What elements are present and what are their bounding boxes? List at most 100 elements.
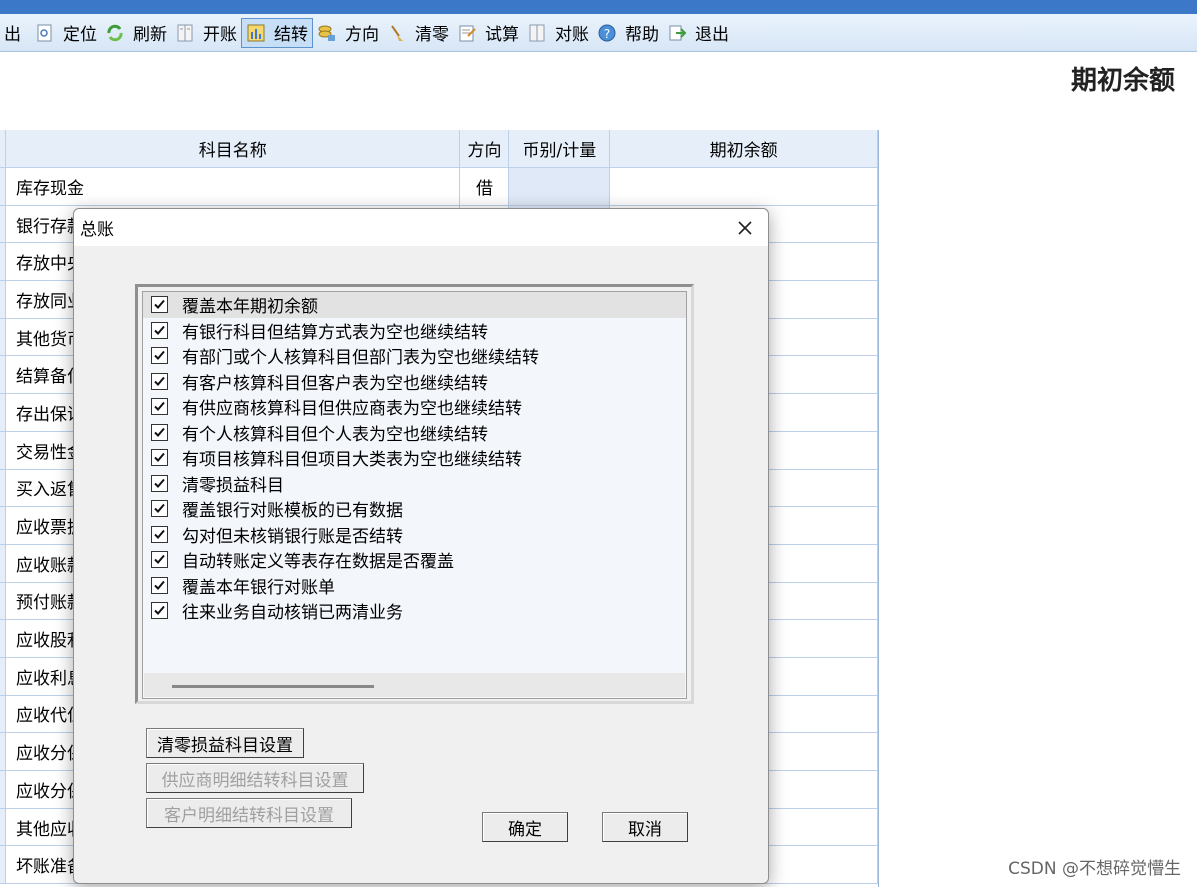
ok-button[interactable]: 确定 [482,812,568,842]
toolbar-button-7[interactable]: 试算 [453,18,523,48]
option-label: 勾对但未核销银行账是否结转 [182,526,403,547]
toolbar-button-label: 定位 [63,25,97,45]
toolbar-button-0[interactable]: 出 [0,18,25,48]
direction-icon [317,23,337,43]
option-item[interactable]: 往来业务自动核销已两清业务 [143,598,686,624]
close-button[interactable] [722,210,768,246]
checkmark-icon [154,427,165,437]
opening-balance-cell[interactable] [610,168,878,205]
checkmark-icon [154,529,165,539]
grid-header-row: 科目名称 方向 币别/计量 期初余额 [0,130,878,168]
option-item[interactable]: 有个人核算科目但个人表为空也继续结转 [143,420,686,446]
svg-text:?: ? [604,27,610,41]
clear-pl-setup-button[interactable]: 清零损益科目设置 [146,728,304,758]
checkmark-icon [154,351,165,361]
checkmark-icon [154,580,165,590]
option-item[interactable]: 有项目核算科目但项目大类表为空也继续结转 [143,445,686,471]
toolbar-button-label: 试算 [485,25,519,45]
option-item[interactable]: 自动转账定义等表存在数据是否覆盖 [143,547,686,573]
currency-cell[interactable] [509,168,611,205]
option-item[interactable]: 清零损益科目 [143,471,686,497]
option-checkbox[interactable] [151,576,168,594]
toolbar-button-1[interactable]: 定位 [31,18,101,48]
checkmark-icon [154,325,165,335]
option-label: 覆盖银行对账模板的已有数据 [182,501,403,522]
toolbar-button-label: 出 [4,25,21,45]
reconcile-icon [527,23,547,43]
customer-detail-setup-button[interactable]: 客户明细结转科目设置 [146,798,352,828]
scrollbar-thumb[interactable] [172,685,374,688]
toolbar-button-4[interactable]: 结转 [241,17,313,48]
option-checkbox[interactable] [151,525,168,543]
page-title: 期初余额 [1070,66,1175,96]
toolbar-button-label: 清零 [415,25,449,45]
option-checkbox[interactable] [151,474,168,492]
toolbar-button-8[interactable]: 对账 [523,18,593,48]
column-header-opening-balance[interactable]: 期初余额 [610,130,878,167]
column-header-direction[interactable]: 方向 [460,130,510,167]
option-label: 有客户核算科目但客户表为空也继续结转 [182,373,488,394]
toolbar-button-6[interactable]: 清零 [383,18,453,48]
toolbar-button-9[interactable]: ? 帮助 [593,18,663,48]
option-label: 往来业务自动核销已两清业务 [182,603,403,624]
option-item[interactable]: 有供应商核算科目但供应商表为空也继续结转 [143,394,686,420]
checkmark-icon [154,402,165,412]
broom-icon [387,23,407,43]
toolbar-button-label: 方向 [345,25,379,45]
toolbar-button-label: 退出 [695,25,729,45]
horizontal-scrollbar[interactable] [144,673,685,697]
option-item[interactable]: 有银行科目但结算方式表为空也继续结转 [143,318,686,344]
toolbar-button-2[interactable]: 刷新 [101,18,171,48]
window-title-strip [0,0,1197,14]
column-header-currency[interactable]: 币别/计量 [509,130,611,167]
column-header-account-name[interactable]: 科目名称 [6,130,461,167]
option-item[interactable]: 有部门或个人核算科目但部门表为空也继续结转 [143,343,686,369]
exit-icon [667,23,687,43]
option-label: 有个人核算科目但个人表为空也继续结转 [182,424,488,445]
option-label: 有供应商核算科目但供应商表为空也继续结转 [182,399,522,420]
account-name-cell[interactable]: 库存现金 [6,168,461,205]
direction-cell[interactable]: 借 [460,168,510,205]
option-checkbox[interactable] [151,398,168,416]
help-icon: ? [597,23,617,43]
table-row[interactable]: 库存现金借 [0,168,878,206]
supplier-detail-setup-button[interactable]: 供应商明细结转科目设置 [146,763,364,793]
options-list: 覆盖本年期初余额有银行科目但结算方式表为空也继续结转 有部门或个人核算科目但部门表… [142,291,687,699]
dialog-titlebar[interactable]: 总账 [74,209,768,246]
carry-forward-dialog: 总账 覆盖本年期初余额有银行科目但结算方式表为空也继续结转 有部门或个人核算科目但… [73,208,769,884]
option-checkbox[interactable] [151,551,168,569]
option-checkbox[interactable] [151,347,168,365]
option-item[interactable]: 覆盖本年期初余额 [143,292,686,318]
option-item[interactable]: 有客户核算科目但客户表为空也继续结转 [143,369,686,395]
locate-icon [35,23,55,43]
toolbar-button-5[interactable]: 方向 [313,18,383,48]
cancel-button[interactable]: 取消 [602,812,688,842]
options-frame: 覆盖本年期初余额有银行科目但结算方式表为空也继续结转 有部门或个人核算科目但部门表… [135,284,694,704]
checkmark-icon [154,555,165,565]
toolbar-button-3[interactable]: 开账 [171,18,241,48]
close-icon [738,220,752,235]
toolbar-button-label: 结转 [274,25,308,45]
toolbar-button-10[interactable]: 退出 [663,18,733,48]
option-checkbox[interactable] [151,500,168,518]
toolbar-button-label: 开账 [203,25,237,45]
carry-forward-icon [246,23,266,43]
toolbar: 出 定位 刷新 开账 结转 方向 清零 试算 对账? 帮助 退出 [0,14,1197,52]
option-label: 有项目核算科目但项目大类表为空也继续结转 [182,450,522,471]
option-item[interactable]: 覆盖银行对账模板的已有数据 [143,496,686,522]
option-checkbox[interactable] [151,372,168,390]
option-item[interactable]: 勾对但未核销银行账是否结转 [143,522,686,548]
option-checkbox[interactable] [151,296,168,314]
option-checkbox[interactable] [151,423,168,441]
checkmark-icon [154,376,165,386]
options-items: 覆盖本年期初余额有银行科目但结算方式表为空也继续结转 有部门或个人核算科目但部门表… [143,292,686,624]
option-checkbox[interactable] [151,321,168,339]
option-checkbox[interactable] [151,449,168,467]
toolbar-button-label: 帮助 [625,25,659,45]
option-item[interactable]: 覆盖本年银行对账单 [143,573,686,599]
option-checkbox[interactable] [151,602,168,620]
refresh-icon [105,23,125,43]
toolbar-button-label: 刷新 [133,25,167,45]
option-label: 有银行科目但结算方式表为空也继续结转 [182,322,488,343]
checkmark-icon [154,478,165,488]
